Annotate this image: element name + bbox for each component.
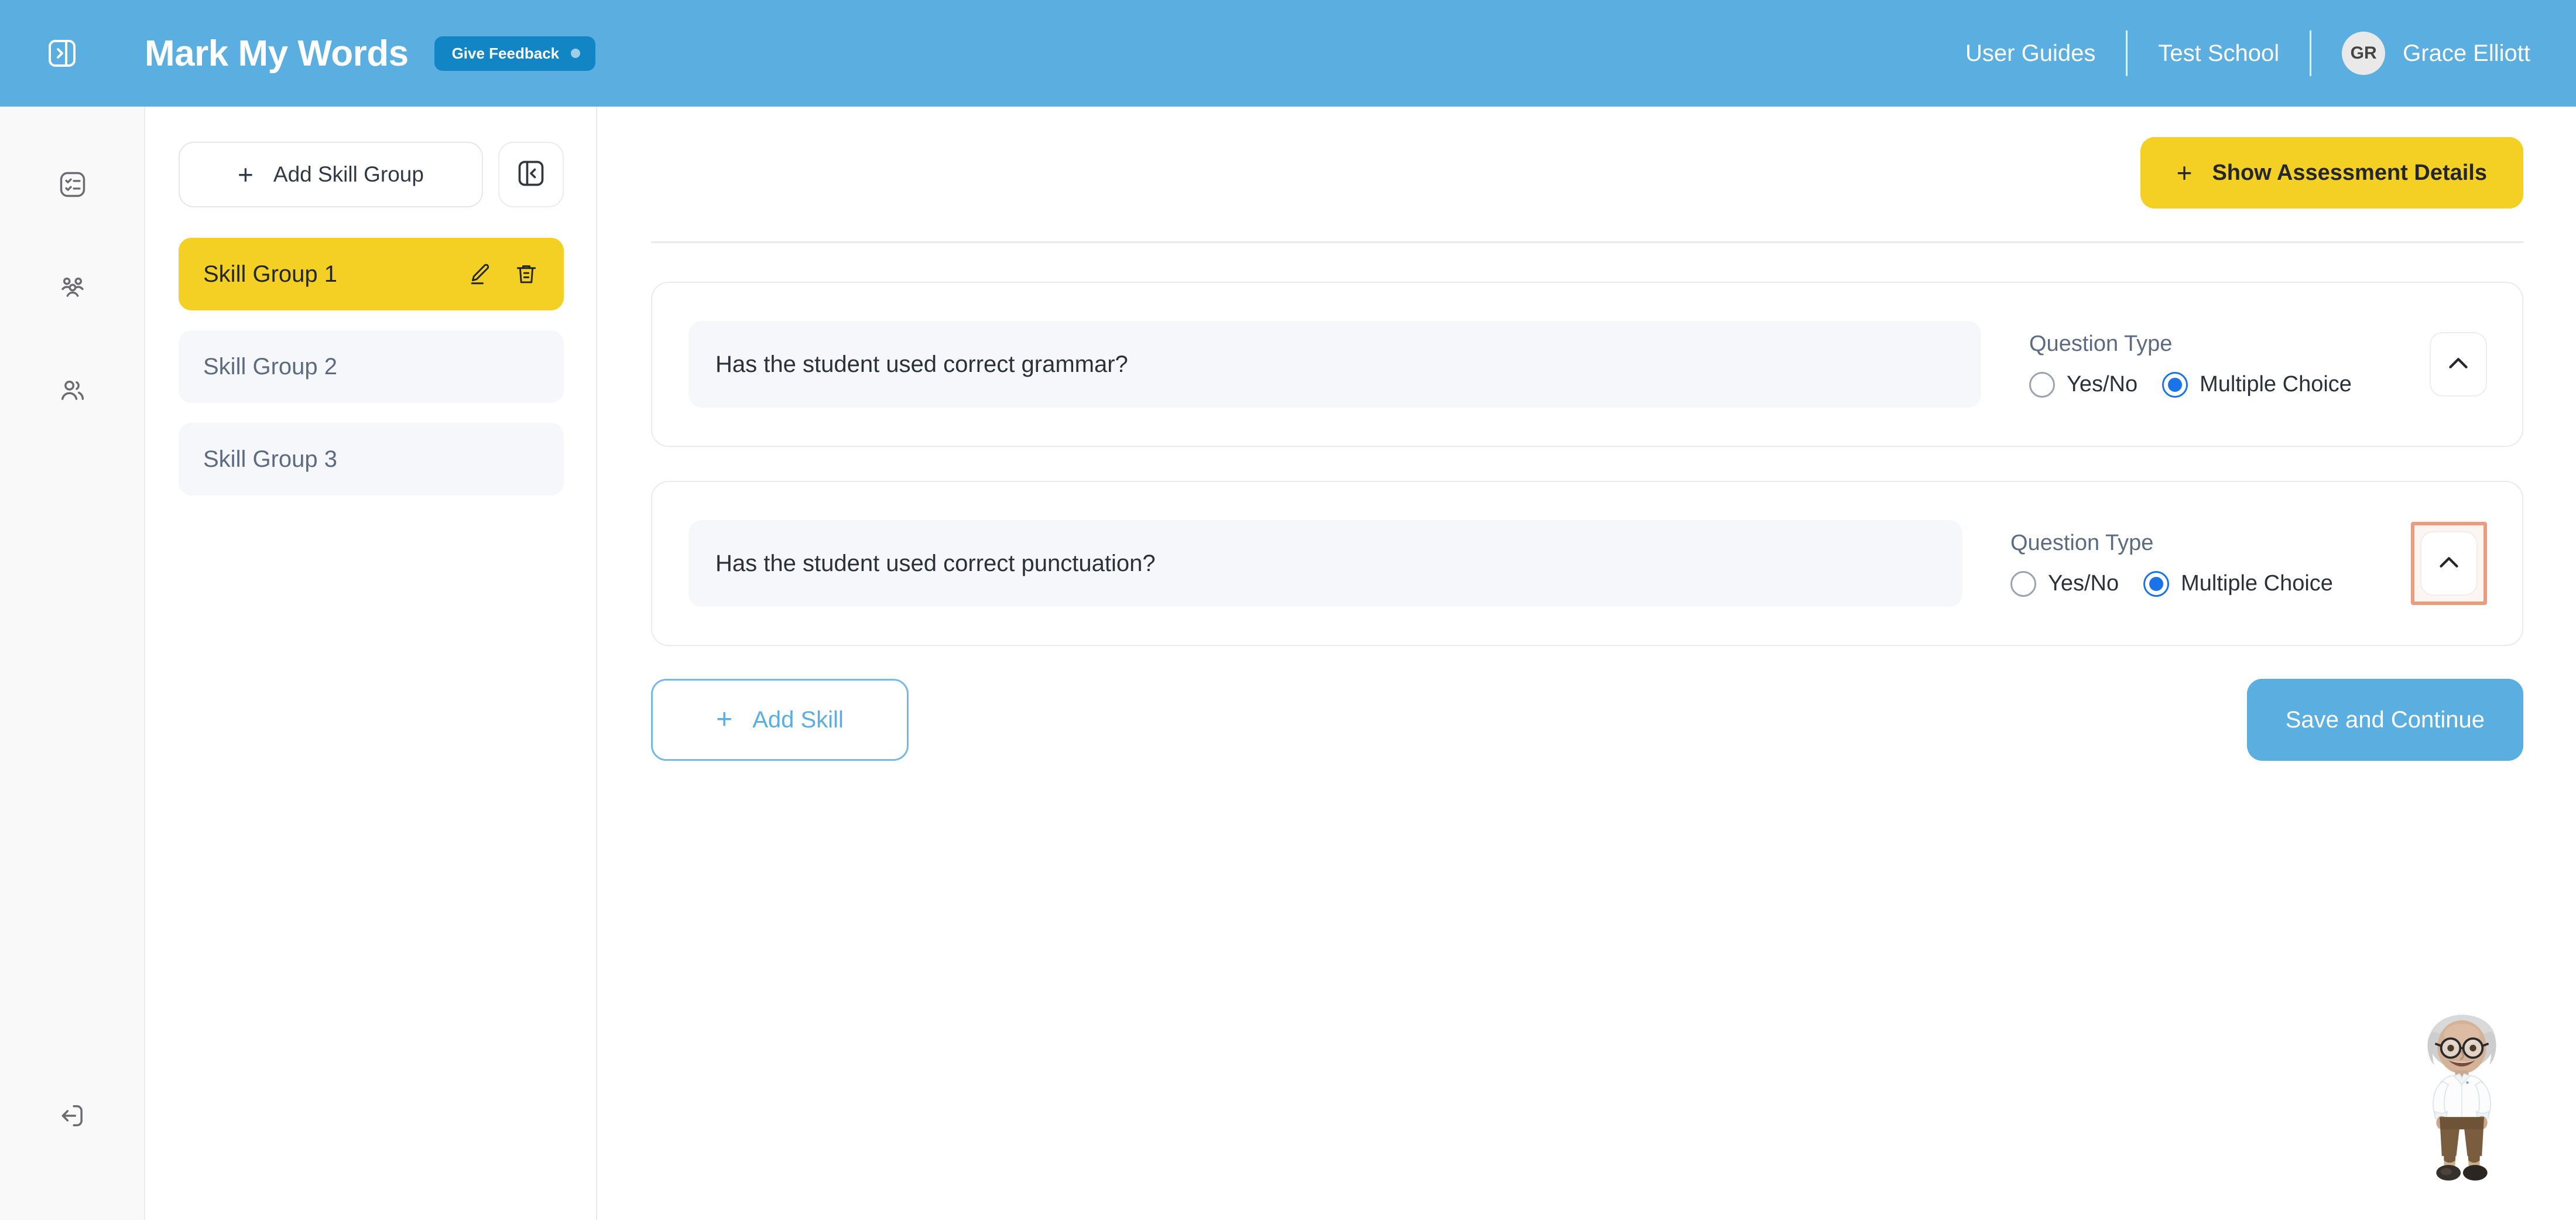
radio-multiple-choice[interactable]: Multiple Choice [2162, 371, 2352, 398]
add-skill-group-button[interactable]: + Add Skill Group [179, 142, 483, 207]
add-skill-label: Add Skill [752, 706, 844, 733]
users-icon [57, 375, 88, 409]
show-assessment-details-button[interactable]: + Show Assessment Details [2140, 137, 2523, 209]
trash-icon[interactable] [513, 261, 539, 287]
add-skill-button[interactable]: + Add Skill [651, 679, 909, 761]
sidebar-item-users[interactable] [0, 371, 145, 412]
panel-collapse-icon [516, 158, 546, 192]
skill-group-label: Skill Group 1 [203, 261, 337, 287]
plus-icon: + [2176, 158, 2193, 188]
sidebar-item-classes[interactable] [0, 268, 145, 309]
teacher-mascot[interactable] [2406, 1013, 2517, 1183]
skill-group-actions [467, 261, 539, 287]
question-type-group: Question Type Yes/No Multiple Choice [2029, 332, 2404, 398]
plus-icon: + [238, 159, 254, 190]
skill-group-panel: + Add Skill Group Skill Group 1 Skill Gr… [146, 107, 597, 1220]
main-bottom-actions: + Add Skill Save and Continue [651, 679, 2523, 761]
feedback-status-dot [571, 49, 581, 58]
collapse-skill-button[interactable] [2420, 531, 2478, 596]
show-assessment-details-label: Show Assessment Details [2212, 160, 2487, 185]
question-type-label: Question Type [2010, 530, 2154, 555]
skill-question-input[interactable]: Has the student used correct punctuation… [688, 520, 1962, 607]
radio-yes-no-label: Yes/No [2048, 571, 2119, 596]
skill-card: Has the student used correct punctuation… [651, 481, 2523, 646]
avatar: GR [2342, 32, 2386, 75]
sidebar-item-logout[interactable] [0, 1096, 145, 1137]
skill-group-item-1[interactable]: Skill Group 1 [179, 238, 564, 310]
app-header: Mark My Words Give Feedback User Guides … [0, 0, 2576, 107]
sidebar-item-assessments[interactable] [0, 165, 145, 206]
skill-question-input[interactable]: Has the student used correct grammar? [688, 321, 1981, 408]
chevron-up-icon [2433, 546, 2465, 581]
logout-icon [57, 1101, 88, 1134]
radio-mark [2010, 570, 2036, 597]
radio-multiple-choice[interactable]: Multiple Choice [2143, 570, 2333, 597]
pencil-icon[interactable] [467, 261, 492, 287]
collapse-slot-highlighted [2411, 522, 2487, 605]
skill-question-text: Has the student used correct punctuation… [715, 550, 1156, 576]
question-type-label: Question Type [2029, 331, 2173, 356]
school-name-link[interactable]: Test School [2128, 40, 2310, 67]
radio-yes-no[interactable]: Yes/No [2010, 570, 2119, 597]
assessments-icon [57, 169, 88, 203]
question-type-group: Question Type Yes/No Multiple Choice [2010, 531, 2385, 597]
skill-group-list: Skill Group 1 Skill Group 2 Skill Group … [179, 238, 564, 495]
skill-group-label: Skill Group 3 [203, 446, 337, 472]
main-toolbar: + Show Assessment Details [651, 137, 2523, 209]
radio-mark [2143, 570, 2170, 597]
skill-group-toolbar: + Add Skill Group [179, 142, 564, 207]
radio-yes-no-label: Yes/No [2067, 372, 2138, 397]
give-feedback-button[interactable]: Give Feedback [434, 36, 596, 71]
header-left-group: Mark My Words Give Feedback [0, 33, 596, 74]
header-right-group: User Guides Test School GR Grace Elliott [1935, 30, 2576, 76]
icon-rail [0, 107, 145, 1220]
students-group-icon [57, 272, 88, 306]
main-content: + Show Assessment Details Has the studen… [598, 107, 2576, 1220]
user-name: Grace Elliott [2403, 40, 2530, 66]
collapse-panel-button[interactable] [498, 142, 564, 207]
question-type-radios: Yes/No Multiple Choice [2010, 570, 2385, 597]
radio-multiple-choice-label: Multiple Choice [2181, 571, 2333, 596]
skill-group-item-2[interactable]: Skill Group 2 [179, 330, 564, 403]
collapse-skill-button[interactable] [2430, 332, 2487, 397]
skill-group-label: Skill Group 2 [203, 353, 337, 380]
give-feedback-label: Give Feedback [451, 44, 560, 62]
save-and-continue-label: Save and Continue [2285, 706, 2485, 733]
save-and-continue-button[interactable]: Save and Continue [2246, 679, 2523, 761]
panel-expand-icon[interactable] [44, 35, 80, 71]
radio-mark [2162, 371, 2188, 398]
user-menu[interactable]: GR Grace Elliott [2311, 32, 2530, 75]
question-type-radios: Yes/No Multiple Choice [2029, 371, 2404, 398]
user-guides-link[interactable]: User Guides [1935, 40, 2126, 67]
chevron-up-icon [2443, 347, 2474, 382]
plus-icon: + [716, 704, 733, 735]
app-title: Mark My Words [145, 33, 409, 74]
radio-yes-no[interactable]: Yes/No [2029, 371, 2138, 398]
skill-group-item-3[interactable]: Skill Group 3 [179, 423, 564, 495]
collapse-slot [2430, 332, 2487, 397]
radio-multiple-choice-label: Multiple Choice [2200, 372, 2352, 397]
skill-question-text: Has the student used correct grammar? [715, 351, 1128, 377]
radio-mark [2029, 371, 2055, 398]
skill-card: Has the student used correct grammar? Qu… [651, 282, 2523, 447]
section-divider [651, 241, 2523, 243]
add-skill-group-label: Add Skill Group [273, 162, 424, 186]
